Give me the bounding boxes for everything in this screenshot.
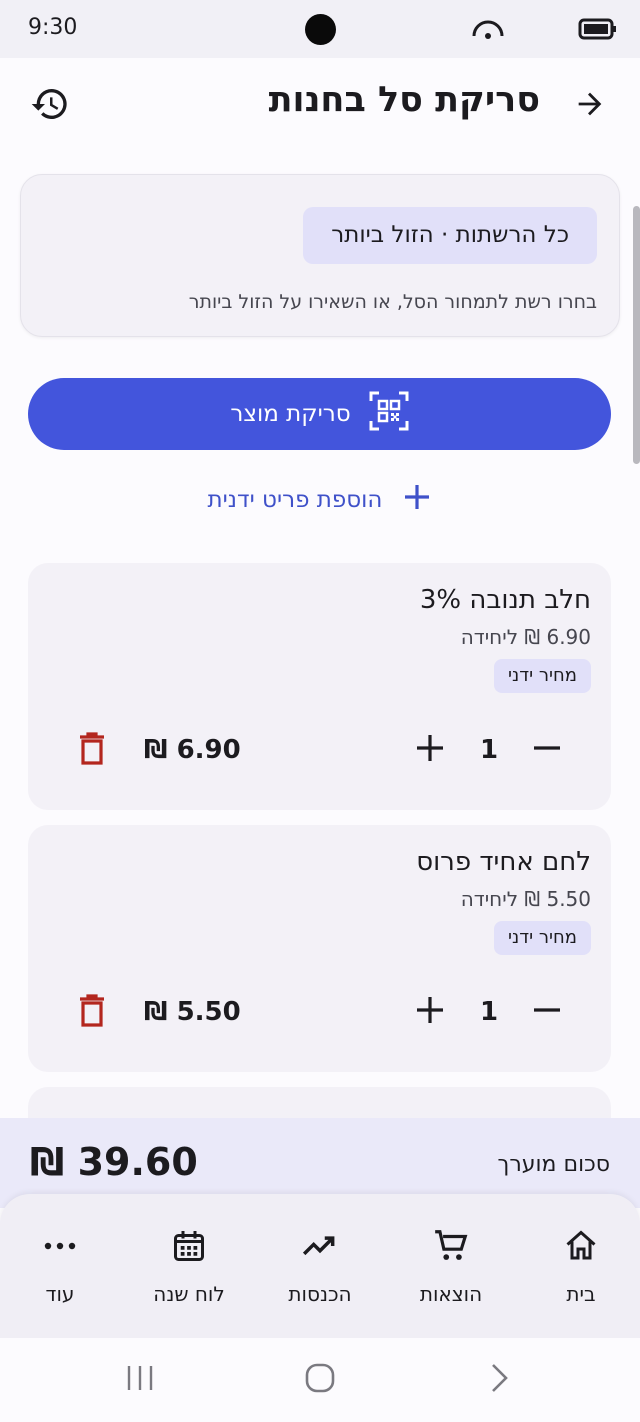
chevron-right-icon	[489, 1362, 511, 1398]
home-icon	[521, 1224, 640, 1268]
increase-quantity-button[interactable]	[406, 988, 454, 1036]
minus-icon	[533, 734, 561, 766]
plus-icon	[416, 734, 444, 766]
total-amount: 39.60 ₪	[30, 1140, 198, 1184]
trash-icon	[78, 732, 106, 770]
back-system-button[interactable]	[480, 1362, 520, 1398]
nav-label: בית	[566, 1282, 596, 1306]
recent-apps-icon	[125, 1364, 155, 1396]
manual-price-badge: מחיר ידני	[494, 659, 591, 693]
nav-item-home[interactable]: בית	[521, 1224, 640, 1314]
status-time: 9:30	[28, 15, 78, 40]
item-total: 6.90 ₪	[144, 735, 241, 765]
home-system-button[interactable]	[300, 1362, 340, 1398]
add-manual-item-label: הוספת פריט ידנית	[207, 487, 383, 513]
nav-label: עוד	[45, 1282, 75, 1306]
page-title: סריקת סל בחנות	[268, 80, 540, 120]
more-horizontal-icon	[0, 1224, 120, 1268]
quantity-value: 1	[479, 735, 499, 765]
decrease-quantity-button[interactable]	[523, 988, 571, 1036]
item-unit-price: 6.90 ₪ ליחידה	[460, 625, 591, 649]
item-unit-price: 5.50 ₪ ליחידה	[460, 887, 591, 911]
item-name: לחם אחיד פרוס	[416, 847, 591, 877]
basket-item: חלב תנובה 3% 6.90 ₪ ליחידה מחיר ידני 1 6…	[28, 563, 611, 810]
nav-label: הכנסות	[288, 1282, 352, 1306]
signal-icon	[470, 16, 506, 46]
status-bar: 9:30	[0, 0, 640, 58]
item-name: חלב תנובה 3%	[419, 585, 591, 615]
back-button[interactable]	[564, 80, 616, 132]
bottom-navigation: בית הוצאות הכנסות לוח שנה עוד	[0, 1194, 640, 1338]
nav-item-income[interactable]: הכנסות	[260, 1224, 380, 1314]
calendar-icon	[129, 1224, 249, 1268]
scrollbar[interactable]	[633, 206, 640, 464]
quantity-value: 1	[479, 997, 499, 1027]
trending-up-icon	[260, 1224, 380, 1268]
store-hint: בחרו רשת לתמחור הסל, או השאירו על הזול ב…	[188, 291, 597, 313]
history-button[interactable]	[24, 80, 76, 132]
recent-apps-button[interactable]	[120, 1362, 160, 1398]
delete-item-button[interactable]	[72, 991, 112, 1035]
battery-icon	[578, 16, 618, 46]
arrow-right-icon	[573, 87, 607, 125]
app-bar: סריקת סל בחנות	[0, 58, 640, 158]
scan-product-button[interactable]: סריקת מוצר	[28, 378, 611, 450]
camera-cutout	[305, 14, 336, 45]
minus-icon	[533, 996, 561, 1028]
plus-icon	[402, 482, 432, 518]
scan-product-label: סריקת מוצר	[230, 401, 351, 427]
history-icon	[30, 84, 70, 128]
system-navigation-bar	[0, 1338, 640, 1422]
trash-icon	[78, 994, 106, 1032]
total-label: סכום מוערך	[497, 1152, 610, 1177]
nav-item-calendar[interactable]: לוח שנה	[129, 1224, 249, 1314]
store-selector-card: כל הרשתות · הזול ביותר בחרו רשת לתמחור ה…	[20, 174, 620, 337]
cart-icon	[391, 1224, 511, 1268]
plus-icon	[416, 996, 444, 1028]
delete-item-button[interactable]	[72, 729, 112, 773]
decrease-quantity-button[interactable]	[523, 726, 571, 774]
basket-item: לחם אחיד פרוס 5.50 ₪ ליחידה מחיר ידני 1 …	[28, 825, 611, 1072]
qr-code-icon	[369, 391, 409, 437]
nav-item-expenses[interactable]: הוצאות	[391, 1224, 511, 1314]
nav-label: לוח שנה	[153, 1282, 225, 1306]
store-chip[interactable]: כל הרשתות · הזול ביותר	[303, 207, 597, 264]
increase-quantity-button[interactable]	[406, 726, 454, 774]
nav-label: הוצאות	[419, 1282, 483, 1306]
home-circle-icon	[304, 1362, 336, 1398]
nav-item-more[interactable]: עוד	[0, 1224, 120, 1314]
item-total: 5.50 ₪	[144, 997, 241, 1027]
manual-price-badge: מחיר ידני	[494, 921, 591, 955]
add-manual-item-button[interactable]: הוספת פריט ידנית	[180, 476, 460, 524]
